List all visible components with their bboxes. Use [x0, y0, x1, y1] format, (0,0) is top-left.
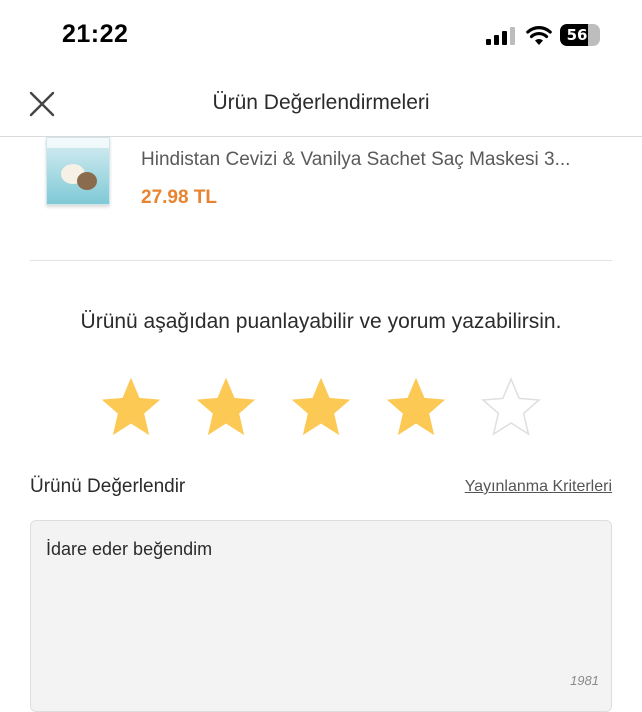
star-rating [100, 376, 550, 438]
star-icon [291, 377, 351, 436]
star-2[interactable] [195, 376, 257, 438]
char-counter: 1981 [570, 673, 599, 688]
product-image [46, 137, 110, 205]
review-text[interactable]: İdare eder beğendim [46, 539, 212, 560]
battery-level: 56 [566, 26, 588, 44]
star-icon [101, 377, 161, 436]
star-4[interactable] [385, 376, 447, 438]
publishing-criteria-link[interactable]: Yayınlanma Kriterleri [465, 478, 612, 496]
product-name: Hindistan Cevizi & Vanilya Sachet Saç Ma… [141, 149, 571, 170]
rating-prompt: Ürünü aşağıdan puanlayabilir ve yorum ya… [80, 310, 562, 333]
star-icon [481, 376, 541, 436]
wifi-icon [526, 26, 552, 45]
product-summary: Hindistan Cevizi & Vanilya Sachet Saç Ma… [0, 137, 642, 261]
divider [30, 260, 612, 261]
status-time: 21:22 [62, 20, 129, 48]
page-title: Ürün Değerlendirmeleri [212, 91, 430, 114]
nav-header: Ürün Değerlendirmeleri [0, 72, 642, 137]
star-icon [386, 377, 446, 436]
product-price: 27.98 TL [141, 187, 218, 208]
star-5[interactable] [480, 376, 542, 438]
star-1[interactable] [100, 376, 162, 438]
star-icon [196, 377, 256, 436]
review-label: Ürünü Değerlendir [30, 476, 186, 497]
battery-icon: 56 [560, 24, 600, 46]
review-textarea[interactable]: İdare eder beğendim 1981 [30, 520, 612, 712]
status-bar: 21:22 56 [0, 0, 642, 72]
star-3[interactable] [290, 376, 352, 438]
cellular-signal-icon [486, 27, 515, 45]
